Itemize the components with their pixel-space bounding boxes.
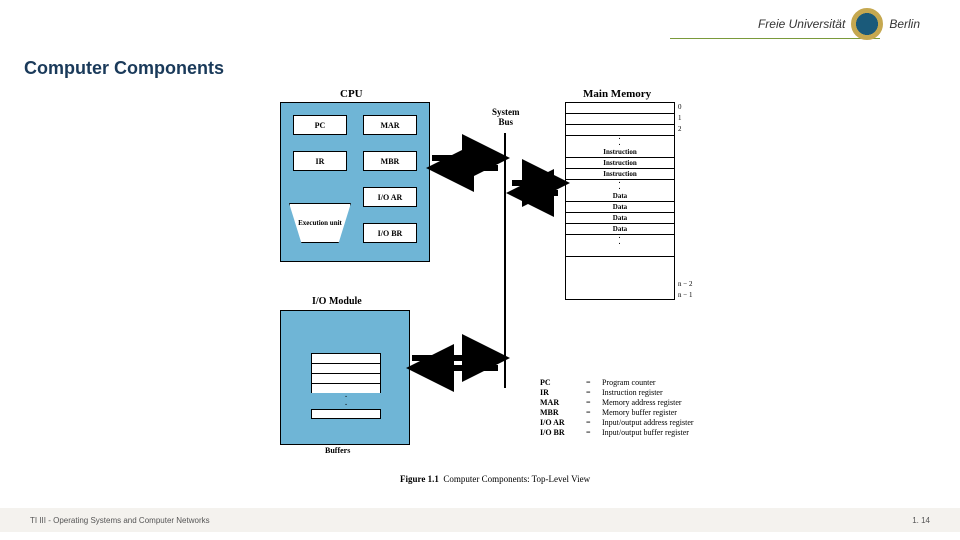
university-seal-icon [851,8,883,40]
university-name: Freie Universität [758,17,845,31]
uni-freie: Freie [758,17,785,31]
legend: PC=Program counter IR=Instruction regist… [540,378,694,438]
footer-left: TI III - Operating Systems and Computer … [30,516,210,525]
figure-number: Figure 1.1 [400,474,439,484]
uni-berlin: Berlin [889,17,920,31]
figure-title: Computer Components: Top-Level View [443,474,590,484]
legend-row: MAR=Memory address register [540,398,694,408]
figure-caption: Figure 1.1 Computer Components: Top-Leve… [400,474,590,484]
legend-row: MBR=Memory buffer register [540,408,694,418]
diagram: CPU PC MAR IR MBR I/O AR I/O BR Executio… [280,88,760,488]
page-title: Computer Components [24,58,224,79]
footer: TI III - Operating Systems and Computer … [0,508,960,532]
university-logo: Freie Universität Berlin [758,8,920,40]
uni-univ: Universität [789,17,846,31]
legend-row: PC=Program counter [540,378,694,388]
legend-row: I/O AR=Input/output address register [540,418,694,428]
legend-row: IR=Instruction register [540,388,694,398]
legend-row: I/O BR=Input/output buffer register [540,428,694,438]
footer-right: 1. 14 [912,516,930,525]
